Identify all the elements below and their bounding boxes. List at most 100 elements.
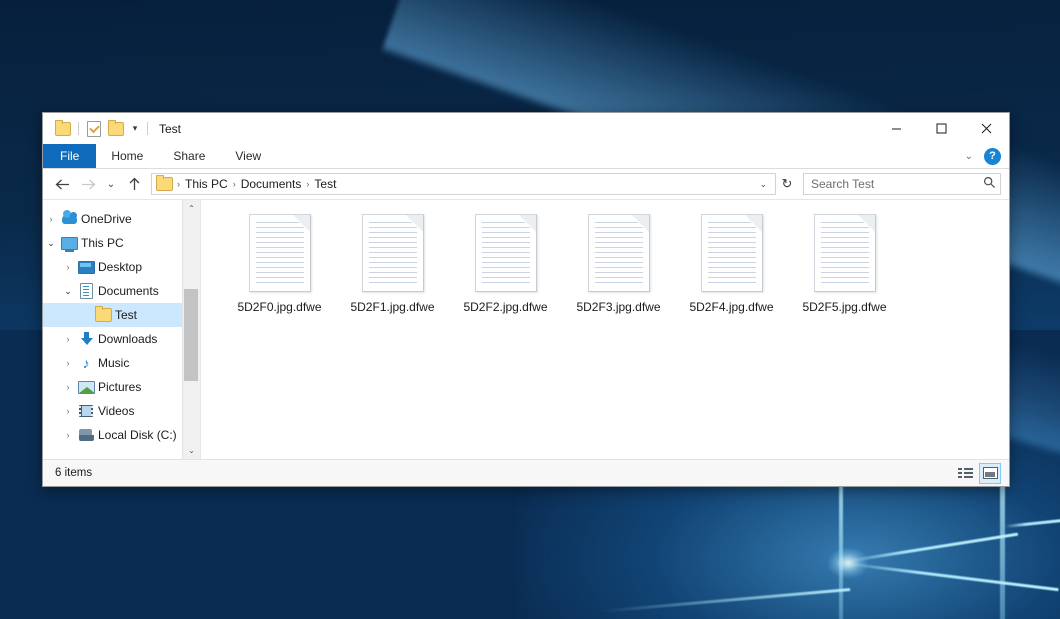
recent-locations-caret[interactable]: ⌄ — [101, 172, 121, 196]
file-item[interactable]: 5D2F4.jpg.dfwe — [675, 212, 788, 334]
folder-tree: ›OneDrive ⌄ This PC › Desktop ⌄ Documents Test ›… — [43, 207, 200, 447]
chevron-right-icon[interactable]: › — [60, 406, 76, 416]
videos-icon — [76, 405, 96, 417]
scroll-down-arrow[interactable]: ⌄ — [183, 442, 200, 459]
sidebar-item-this-pc[interactable]: ⌄ This PC — [43, 231, 200, 255]
sidebar-item-label: Downloads — [98, 332, 157, 346]
sidebar-item-label: This PC — [81, 236, 124, 250]
details-view-icon — [958, 468, 973, 479]
sidebar-item-music[interactable]: ›♪Music — [43, 351, 200, 375]
chevron-right-icon[interactable]: › — [60, 334, 76, 344]
breadcrumb-bar[interactable]: › This PC › Documents › Test ⌄ — [151, 173, 776, 195]
breadcrumb-this-pc[interactable]: This PC — [181, 177, 232, 191]
navigation-pane: ›OneDrive ⌄ This PC › Desktop ⌄ Documents Test ›… — [43, 200, 201, 459]
file-grid: 5D2F0.jpg.dfwe 5D2F1.jpg.dfwe 5D2F2.jpg.df… — [223, 212, 1009, 334]
scrollbar-track[interactable] — [183, 217, 200, 442]
sidebar-item-documents[interactable]: ⌄ Documents — [43, 279, 200, 303]
file-item[interactable]: 5D2F3.jpg.dfwe — [562, 212, 675, 334]
cloud-icon — [59, 214, 79, 224]
sidebar-item-label: Desktop — [98, 260, 142, 274]
scroll-up-arrow[interactable]: ⌃ — [183, 200, 200, 217]
file-item[interactable]: 5D2F0.jpg.dfwe — [223, 212, 336, 334]
file-item[interactable]: 5D2F2.jpg.dfwe — [449, 212, 562, 334]
file-name-label: 5D2F4.jpg.dfwe — [689, 300, 773, 314]
desktop-icon — [76, 261, 96, 274]
sidebar-item-pictures[interactable]: › Pictures — [43, 375, 200, 399]
close-button[interactable] — [964, 113, 1009, 144]
file-item[interactable]: 5D2F1.jpg.dfwe — [336, 212, 449, 334]
chevron-right-icon[interactable]: › — [60, 358, 76, 368]
generic-document-icon — [588, 214, 650, 292]
up-button[interactable] — [121, 172, 147, 196]
file-explorer-window: ▾ Test File Home Share View ⌄ ? — [42, 112, 1010, 487]
title-bar: ▾ Test — [43, 113, 1009, 144]
file-name-label: 5D2F0.jpg.dfwe — [237, 300, 321, 314]
address-dropdown-caret[interactable]: ⌄ — [753, 179, 773, 190]
large-icons-view-icon — [983, 467, 998, 479]
tab-share[interactable]: Share — [158, 144, 220, 168]
customize-quick-access-caret[interactable]: ▾ — [127, 119, 143, 139]
tab-view[interactable]: View — [220, 144, 276, 168]
sidebar-item-label: Music — [98, 356, 129, 370]
chevron-down-icon[interactable]: ⌄ — [43, 238, 59, 249]
page-fold-corner — [745, 215, 762, 232]
ribbon-tab-bar: File Home Share View ⌄ ? — [43, 144, 1009, 169]
breadcrumb-test[interactable]: Test — [310, 177, 340, 191]
file-list-view[interactable]: 5D2F0.jpg.dfwe 5D2F1.jpg.dfwe 5D2F2.jpg.df… — [201, 200, 1009, 459]
expand-ribbon-caret[interactable]: ⌄ — [960, 151, 978, 162]
breadcrumb-folder-icon — [156, 177, 173, 191]
generic-document-icon — [362, 214, 424, 292]
sidebar-item-label: Videos — [98, 404, 134, 418]
chevron-right-icon[interactable]: › — [60, 262, 76, 272]
tab-file[interactable]: File — [43, 144, 96, 168]
scrollbar-thumb[interactable] — [184, 289, 198, 381]
sidebar-item-label: Test — [115, 308, 137, 322]
sidebar-item-label: Documents — [98, 284, 159, 298]
page-fold-corner — [632, 215, 649, 232]
status-bar: 6 items — [43, 459, 1009, 486]
toolbar-divider — [78, 122, 79, 135]
minimize-button[interactable] — [874, 113, 919, 144]
folder-icon — [93, 308, 113, 322]
search-input[interactable]: Search Test — [811, 177, 983, 191]
details-view-button[interactable] — [954, 463, 976, 484]
breadcrumb-documents[interactable]: Documents — [237, 177, 306, 191]
file-item[interactable]: 5D2F5.jpg.dfwe — [788, 212, 901, 334]
window-body: ›OneDrive ⌄ This PC › Desktop ⌄ Documents Test ›… — [43, 200, 1009, 459]
item-count-label: 6 items — [55, 467, 92, 479]
page-fold-corner — [519, 215, 536, 232]
chevron-right-icon[interactable]: › — [60, 430, 76, 440]
sidebar-item-label: Pictures — [98, 380, 141, 394]
sidebar-item-downloads[interactable]: › Downloads — [43, 327, 200, 351]
chevron-right-icon[interactable]: › — [43, 214, 59, 224]
new-folder-icon[interactable] — [105, 118, 127, 140]
properties-checkbox-icon[interactable] — [83, 118, 105, 140]
view-mode-buttons — [954, 460, 1001, 486]
sidebar-item-onedrive[interactable]: ›OneDrive — [43, 207, 200, 231]
large-icons-view-button[interactable] — [979, 463, 1001, 484]
forward-button[interactable] — [75, 172, 101, 196]
search-box[interactable]: Search Test — [803, 173, 1001, 195]
refresh-button[interactable]: ↻ — [776, 173, 798, 195]
generic-document-icon — [249, 214, 311, 292]
toolbar-divider-2 — [147, 122, 148, 135]
sidebar-item-desktop[interactable]: › Desktop — [43, 255, 200, 279]
file-name-label: 5D2F2.jpg.dfwe — [463, 300, 547, 314]
chevron-right-icon[interactable]: › — [60, 382, 76, 392]
help-icon[interactable]: ? — [984, 148, 1001, 165]
sidebar-item-local-disk-c[interactable]: ›Local Disk (C:) — [43, 423, 200, 447]
chevron-down-icon[interactable]: ⌄ — [60, 286, 76, 297]
sidebar-item-test[interactable]: Test — [43, 303, 200, 327]
file-name-label: 5D2F5.jpg.dfwe — [802, 300, 886, 314]
window-title: Test — [159, 122, 181, 136]
navigation-pane-scrollbar[interactable]: ⌃ ⌄ — [182, 200, 200, 459]
tab-home[interactable]: Home — [96, 144, 158, 168]
file-name-label: 5D2F3.jpg.dfwe — [576, 300, 660, 314]
explorer-folder-icon — [52, 118, 74, 140]
back-button[interactable] — [49, 172, 75, 196]
maximize-button[interactable] — [919, 113, 964, 144]
disk-icon — [76, 429, 96, 441]
sidebar-item-videos[interactable]: › Videos — [43, 399, 200, 423]
page-fold-corner — [858, 215, 875, 232]
page-fold-corner — [293, 215, 310, 232]
